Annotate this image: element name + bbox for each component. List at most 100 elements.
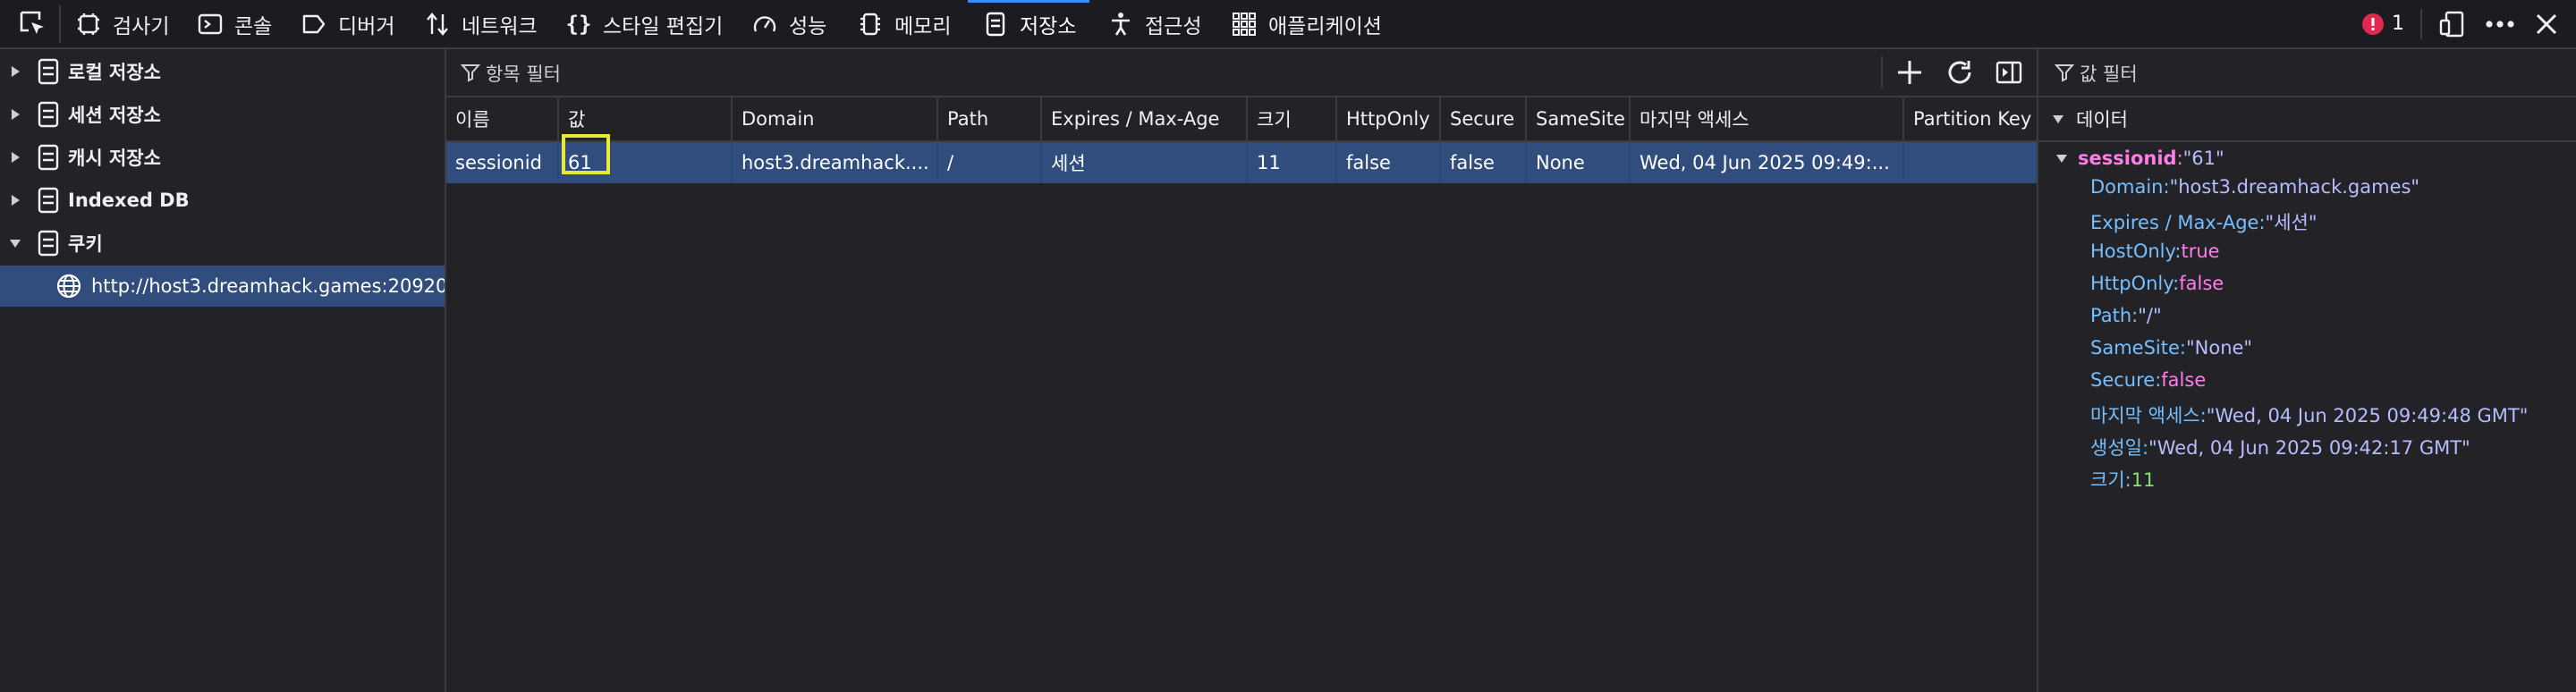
tab-debugger[interactable]: 디버거 (299, 0, 394, 47)
column-header-expires[interactable]: Expires / Max-Age (1042, 97, 1248, 140)
table-row[interactable]: sessionid 61 host3.dreamhack.... / 세션 11… (446, 142, 2037, 183)
root-property-row[interactable]: sessionid : "61" (2055, 142, 2224, 174)
tree-item-label: 쿠키 (68, 233, 103, 255)
cell-domain[interactable]: host3.dreamhack.... (733, 142, 938, 183)
tab-performance[interactable]: 성능 (750, 0, 826, 47)
tree-item-local-storage[interactable]: 로컬 저장소 (0, 51, 445, 92)
toggle-sidebar-button[interactable] (1996, 60, 2022, 85)
tree-item-label: 세션 저장소 (68, 105, 161, 126)
expand-arrow-icon[interactable] (0, 107, 30, 122)
tab-style-editor[interactable]: {} 스타일 편집기 (564, 0, 724, 47)
property-key: SameSite (2090, 337, 2180, 359)
tab-memory[interactable]: 메모리 (855, 0, 951, 47)
tab-application[interactable]: 애플리케이션 (1229, 0, 1382, 47)
style-editor-icon: {} (565, 11, 592, 37)
globe-icon (55, 273, 82, 300)
cell-name[interactable]: sessionid (446, 142, 559, 183)
tab-inspector[interactable]: 검사기 (73, 0, 169, 47)
property-value: "host3.dreamhack.games" (2169, 176, 2420, 198)
tree-item-indexed-db[interactable]: Indexed DB (0, 180, 445, 221)
tree-item-cookie-host[interactable]: http://host3.dreamhack.games:20920 (0, 266, 445, 307)
property-row[interactable]: HostOnly:true (2090, 241, 2220, 262)
tab-console[interactable]: 콘솔 (195, 0, 272, 47)
property-value: true (2181, 241, 2220, 262)
column-header-size[interactable]: 크기 (1248, 97, 1337, 140)
tree-item-session-storage[interactable]: 세션 저장소 (0, 94, 445, 135)
error-icon (2362, 13, 2384, 35)
cell-path[interactable]: / (938, 142, 1042, 183)
element-picker-icon (20, 11, 44, 34)
tab-label: 애플리케이션 (1268, 14, 1382, 38)
toolbar-divider (2420, 9, 2422, 39)
property-row[interactable]: HttpOnly:false (2090, 273, 2224, 294)
root-property-key: sessionid (2078, 148, 2177, 169)
refresh-button[interactable] (1945, 58, 1974, 87)
expand-arrow-icon[interactable] (0, 150, 30, 165)
property-row[interactable]: SameSite:"None" (2090, 337, 2252, 359)
table-filter-bar: 항목 필터 (446, 49, 2037, 97)
property-row[interactable]: 크기:11 (2090, 466, 2155, 493)
cell-expires[interactable]: 세션 (1042, 142, 1248, 183)
console-icon (195, 9, 225, 39)
property-row[interactable]: 마지막 액세스:"Wed, 04 Jun 2025 09:49:48 GMT" (2090, 401, 2528, 428)
tab-label: 저장소 (1020, 14, 1077, 38)
devtools-toolbar: 검사기 콘솔 디버거 네트워크 {} 스타일 편집기 성능 메모리 저장소 접근… (0, 0, 2576, 49)
property-row[interactable]: Domain:"host3.dreamhack.games" (2090, 176, 2419, 198)
error-count: 1 (2392, 13, 2404, 35)
tree-item-cache-storage[interactable]: 캐시 저장소 (0, 137, 445, 178)
column-header-partition-key[interactable]: Partition Key (1904, 97, 2037, 140)
responsive-design-button[interactable] (2438, 0, 2467, 47)
table-header-row: 이름 값 Domain Path Expires / Max-Age 크기 Ht… (446, 97, 2037, 142)
sidebar-toggle-icon (1996, 61, 2022, 84)
property-value: false (2161, 369, 2207, 391)
property-key: Expires / Max-Age (2090, 212, 2259, 233)
collapse-arrow-icon[interactable] (0, 237, 30, 249)
error-count-button[interactable]: 1 (2361, 0, 2404, 47)
cell-size[interactable]: 11 (1248, 142, 1337, 183)
tree-item-cookies[interactable]: 쿠키 (0, 223, 445, 264)
element-picker-button[interactable] (7, 5, 61, 43)
cell-partition-key[interactable] (1904, 142, 2037, 183)
tree-item-label: 로컬 저장소 (68, 62, 161, 83)
property-key: Path (2090, 305, 2132, 326)
more-options-button[interactable] (2485, 0, 2515, 47)
property-value: "/" (2138, 305, 2162, 326)
column-header-samesite[interactable]: SameSite (1527, 97, 1631, 140)
cell-last-accessed[interactable]: Wed, 04 Jun 2025 09:49:... (1631, 142, 1904, 183)
column-header-httponly[interactable]: HttpOnly (1337, 97, 1441, 140)
tab-accessibility[interactable]: 접근성 (1106, 0, 1201, 47)
refresh-icon (1948, 61, 1971, 84)
expand-arrow-icon[interactable] (0, 193, 30, 207)
storage-icon (980, 9, 1011, 39)
storage-tree-sidebar: 로컬 저장소 세션 저장소 캐시 저장소 Indexed DB 쿠키 http:… (0, 49, 446, 692)
filter-values-input[interactable]: 값 필터 (2080, 60, 2138, 87)
application-icon (1229, 9, 1259, 39)
property-value: "None" (2185, 337, 2253, 359)
column-header-secure[interactable]: Secure (1441, 97, 1527, 140)
tab-label: 검사기 (113, 14, 170, 38)
property-row[interactable]: Expires / Max-Age:"세션" (2090, 208, 2318, 235)
storage-icon (30, 58, 66, 85)
property-row[interactable]: Secure:false (2090, 369, 2206, 391)
property-key: Secure (2090, 369, 2156, 391)
property-row[interactable]: Path:"/" (2090, 305, 2162, 326)
tab-storage[interactable]: 저장소 (980, 0, 1076, 47)
tab-label: 디버거 (338, 14, 395, 38)
tab-network[interactable]: 네트워크 (422, 0, 538, 47)
storage-icon (30, 101, 66, 128)
tab-label: 성능 (789, 14, 827, 38)
cell-secure[interactable]: false (1441, 142, 1527, 183)
property-row[interactable]: 생성일:"Wed, 04 Jun 2025 09:42:17 GMT" (2090, 434, 2470, 460)
cell-samesite[interactable]: None (1527, 142, 1631, 183)
cell-httponly[interactable]: false (1337, 142, 1441, 183)
add-item-button[interactable] (1895, 58, 1924, 87)
property-value: false (2179, 273, 2224, 294)
column-header-last-accessed[interactable]: 마지막 액세스 (1631, 97, 1904, 140)
filter-items-input[interactable]: 항목 필터 (486, 60, 561, 87)
column-header-domain[interactable]: Domain (733, 97, 938, 140)
column-header-path[interactable]: Path (938, 97, 1042, 140)
column-header-name[interactable]: 이름 (446, 97, 559, 140)
close-devtools-button[interactable] (2535, 0, 2558, 47)
data-section-header[interactable]: 데이터 (2038, 97, 2576, 142)
expand-arrow-icon[interactable] (0, 64, 30, 79)
